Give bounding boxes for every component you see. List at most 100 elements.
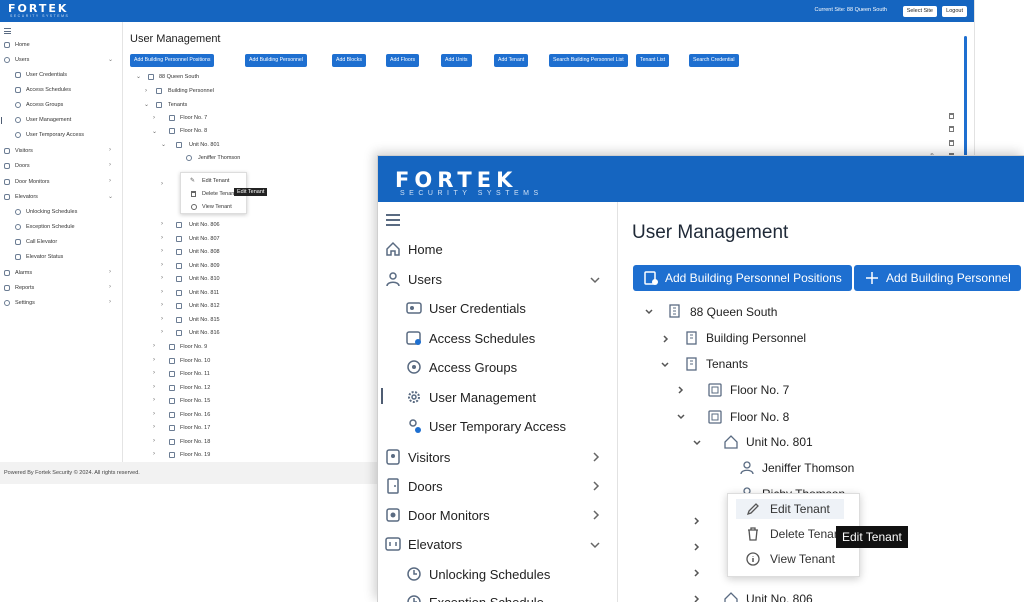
sidebar-item-users[interactable]: Users — [408, 272, 442, 287]
chevron-down-icon[interactable] — [675, 411, 687, 423]
chevron-down-icon[interactable] — [659, 359, 671, 371]
tree-floor[interactable]: Floor No. 10 — [180, 358, 210, 364]
sidebar-item-access-groups[interactable]: Access Groups — [429, 360, 517, 375]
chevron-right-icon[interactable]: › — [153, 397, 155, 403]
chevron-down-icon[interactable] — [691, 437, 703, 449]
tree-floor-7[interactable]: Floor No. 7 — [730, 383, 789, 397]
chevron-right-icon[interactable]: › — [153, 370, 155, 376]
tree-floor[interactable]: Floor No. 9 — [180, 344, 207, 350]
sidebar-item-unlocking-schedules[interactable]: Unlocking Schedules — [429, 567, 550, 582]
tree-floor[interactable]: Floor No. 19 — [180, 452, 210, 458]
hamburger-icon[interactable] — [386, 214, 400, 229]
tree-floor[interactable]: Floor No. 17 — [180, 425, 210, 431]
chevron-right-icon[interactable] — [660, 333, 672, 345]
chevron-right-icon[interactable]: › — [161, 275, 163, 281]
tenant-list-button[interactable]: Tenant List — [636, 54, 670, 67]
add-building-personnel-positions-button[interactable]: Add Building Personnel Positions — [633, 265, 852, 291]
sidebar-item-doors[interactable]: Doors — [15, 163, 30, 169]
chevron-right-icon[interactable]: › — [161, 248, 163, 254]
delete-icon[interactable] — [949, 126, 954, 132]
tree-unit[interactable]: Unit No. 808 — [189, 249, 220, 255]
tree-unit-806[interactable]: Unit No. 806 — [746, 592, 813, 602]
chevron-right-icon[interactable]: › — [109, 178, 111, 184]
sidebar-item-visitors[interactable]: Visitors — [408, 450, 450, 465]
chevron-right-icon[interactable]: › — [153, 357, 155, 363]
tree-floor[interactable]: Floor No. 18 — [180, 439, 210, 445]
tree-site[interactable]: 88 Queen South — [690, 305, 777, 319]
tree-tenant-jeniffer[interactable]: Jeniffer Thomson — [762, 461, 854, 475]
tree-tenants[interactable]: Tenants — [706, 357, 748, 371]
chevron-down-icon[interactable] — [643, 306, 655, 318]
sidebar-item-alarms[interactable]: Alarms — [15, 270, 32, 276]
sidebar-item-access-schedules[interactable]: Access Schedules — [26, 87, 71, 93]
chevron-right-icon[interactable]: › — [161, 329, 163, 335]
edit-tenant-menu-item[interactable]: Edit Tenant — [770, 502, 830, 516]
tree-unit[interactable]: Unit No. 809 — [189, 263, 220, 269]
tree-building-personnel[interactable]: Building Personnel — [706, 331, 806, 345]
view-tenant-menu-item[interactable]: View Tenant — [770, 552, 835, 566]
sidebar-item-elevator-status[interactable]: Elevator Status — [26, 254, 63, 260]
tree-floor[interactable]: Floor No. 12 — [180, 385, 210, 391]
sidebar-item-user-credentials[interactable]: User Credentials — [429, 301, 526, 316]
sidebar-item-user-temporary-access[interactable]: User Temporary Access — [26, 132, 84, 138]
chevron-right-icon[interactable] — [691, 541, 703, 553]
search-building-personnel-list-button[interactable]: Search Building Personnel List — [549, 54, 628, 67]
chevron-right-icon[interactable] — [691, 593, 703, 602]
sidebar-item-home[interactable]: Home — [15, 42, 30, 48]
tree-unit[interactable]: Unit No. 806 — [189, 222, 220, 228]
delete-icon[interactable] — [949, 113, 954, 119]
chevron-right-icon[interactable] — [588, 478, 604, 494]
select-site-button[interactable]: Select Site — [902, 6, 937, 17]
view-tenant-menu-item[interactable]: View Tenant — [202, 204, 232, 210]
tree-floor-8[interactable]: Floor No. 8 — [730, 410, 789, 424]
sidebar-item-exception-schedule[interactable]: Exception Schedule — [26, 224, 75, 230]
sidebar-item-user-credentials[interactable]: User Credentials — [26, 72, 67, 78]
chevron-right-icon[interactable]: › — [109, 162, 111, 168]
chevron-down-icon[interactable] — [587, 272, 603, 288]
sidebar-item-home[interactable]: Home — [408, 242, 443, 257]
tree-floor[interactable]: Floor No. 15 — [180, 398, 210, 404]
delete-tenant-menu-item[interactable]: Delete Tenant — [202, 191, 236, 197]
chevron-right-icon[interactable]: › — [153, 438, 155, 444]
delete-tenant-menu-item[interactable]: Delete Tenant — [770, 527, 844, 541]
chevron-down-icon[interactable]: ⌄ — [108, 56, 113, 63]
sidebar-item-user-management[interactable]: User Management — [26, 117, 71, 123]
tree-unit-801[interactable]: Unit No. 801 — [746, 435, 813, 449]
chevron-right-icon[interactable]: › — [153, 424, 155, 430]
tree-unit[interactable]: Unit No. 811 — [189, 290, 219, 296]
chevron-right-icon[interactable]: › — [153, 411, 155, 417]
sidebar-item-elevators[interactable]: Elevators — [15, 194, 38, 200]
sidebar-item-settings[interactable]: Settings — [15, 300, 35, 306]
sidebar-item-access-groups[interactable]: Access Groups — [26, 102, 63, 108]
chevron-right-icon[interactable]: › — [153, 343, 155, 349]
chevron-right-icon[interactable] — [691, 515, 703, 527]
tree-unit[interactable]: Unit No. 816 — [189, 330, 220, 336]
chevron-right-icon[interactable] — [588, 507, 604, 523]
sidebar-item-visitors[interactable]: Visitors — [15, 148, 33, 154]
sidebar-item-user-temporary-access[interactable]: User Temporary Access — [429, 419, 566, 434]
sidebar-item-elevators[interactable]: Elevators — [408, 537, 462, 552]
sidebar-item-access-schedules[interactable]: Access Schedules — [429, 331, 535, 346]
delete-icon[interactable] — [949, 140, 954, 146]
chevron-right-icon[interactable]: › — [153, 384, 155, 390]
sidebar-item-user-management[interactable]: User Management — [429, 390, 536, 405]
chevron-right-icon[interactable]: › — [161, 316, 163, 322]
chevron-right-icon[interactable] — [588, 449, 604, 465]
sidebar-item-users[interactable]: Users — [15, 57, 29, 63]
hamburger-icon[interactable] — [4, 28, 11, 34]
chevron-right-icon[interactable]: › — [161, 221, 163, 227]
sidebar-item-doors[interactable]: Doors — [408, 479, 443, 494]
chevron-right-icon[interactable]: › — [109, 299, 111, 305]
sidebar-item-unlocking-schedules[interactable]: Unlocking Schedules — [26, 209, 77, 215]
sidebar-item-door-monitors[interactable]: Door Monitors — [408, 508, 490, 523]
chevron-right-icon[interactable]: › — [161, 289, 163, 295]
chevron-right-icon[interactable]: › — [161, 262, 163, 268]
tree-unit[interactable]: Unit No. 815 — [189, 317, 220, 323]
logout-button[interactable]: Logout — [942, 6, 967, 17]
tree-unit[interactable]: Unit No. 810 — [189, 276, 220, 282]
search-credential-button[interactable]: Search Credential — [689, 54, 739, 67]
chevron-down-icon[interactable]: ⌄ — [108, 193, 113, 200]
sidebar-item-door-monitors[interactable]: Door Monitors — [15, 179, 50, 185]
sidebar-item-reports[interactable]: Reports — [15, 285, 34, 291]
sidebar-item-exception-schedule[interactable]: Exception Schedule — [429, 595, 544, 602]
